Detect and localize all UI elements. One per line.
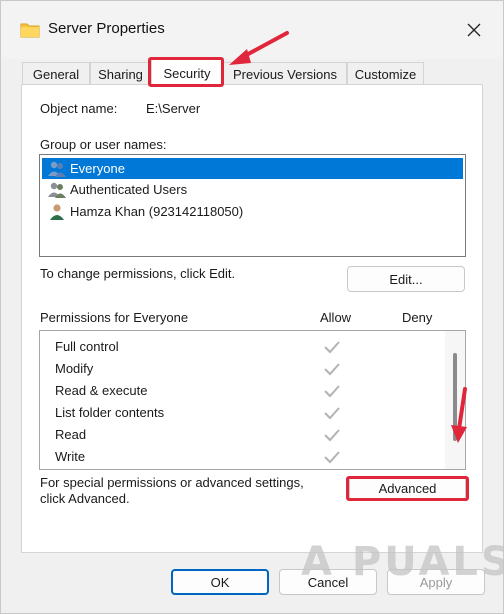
folder-icon bbox=[20, 23, 40, 38]
users-group-icon bbox=[48, 161, 66, 177]
check-icon bbox=[324, 407, 340, 420]
window-title: Server Properties bbox=[48, 20, 165, 37]
advanced-button[interactable]: Advanced bbox=[349, 478, 466, 499]
tab-previous-versions[interactable]: Previous Versions bbox=[223, 62, 347, 86]
close-button[interactable] bbox=[457, 13, 491, 47]
special-permissions-text-line1: For special permissions or advanced sett… bbox=[40, 475, 304, 490]
ok-button[interactable]: OK bbox=[171, 569, 269, 595]
user-avatar-icon bbox=[50, 203, 64, 220]
check-icon bbox=[324, 429, 340, 442]
change-permissions-text: To change permissions, click Edit. bbox=[40, 266, 236, 281]
users-group-icon bbox=[48, 182, 66, 198]
list-item-everyone[interactable]: Everyone bbox=[42, 158, 463, 179]
apply-button[interactable]: Apply bbox=[387, 569, 485, 595]
object-name-value: E:\Server bbox=[146, 101, 201, 116]
server-properties-dialog: Server Properties General Sharing Securi… bbox=[0, 0, 504, 614]
user-name: Hamza Khan (923142118050) bbox=[70, 204, 244, 219]
permission-row: Full control bbox=[55, 336, 435, 358]
title-bar: Server Properties bbox=[1, 1, 503, 59]
check-icon bbox=[324, 363, 340, 376]
deny-column-header: Deny bbox=[402, 310, 433, 325]
tab-customize[interactable]: Customize bbox=[347, 62, 424, 86]
allow-column-header: Allow bbox=[320, 310, 352, 325]
tab-security[interactable]: Security bbox=[151, 59, 223, 86]
permissions-for-label: Permissions for Everyone bbox=[40, 310, 189, 325]
edit-button[interactable]: Edit... bbox=[347, 266, 465, 292]
check-icon bbox=[324, 385, 340, 398]
permissions-list[interactable]: Full control Modify Read & execute List … bbox=[39, 330, 466, 470]
permission-row: Read & execute bbox=[55, 380, 435, 402]
permission-name: List folder contents bbox=[55, 405, 165, 420]
cancel-button[interactable]: Cancel bbox=[279, 569, 377, 595]
permission-name: Read bbox=[55, 427, 87, 442]
group-label: Group or user names: bbox=[40, 137, 167, 152]
tab-sharing[interactable]: Sharing bbox=[90, 62, 151, 86]
permission-row: Read bbox=[55, 424, 435, 446]
close-icon bbox=[467, 23, 481, 37]
permission-row: Modify bbox=[55, 358, 435, 380]
permission-name: Full control bbox=[55, 339, 119, 354]
user-list[interactable]: Everyone Authenticated Users Hamza Khan … bbox=[39, 154, 466, 257]
permission-row: Write bbox=[55, 446, 435, 468]
special-permissions-text-line2: click Advanced. bbox=[40, 491, 130, 506]
permission-name: Write bbox=[55, 449, 86, 464]
tab-general[interactable]: General bbox=[22, 62, 90, 86]
scrollbar-thumb[interactable] bbox=[453, 353, 457, 441]
permission-name: Modify bbox=[55, 361, 94, 376]
permission-name: Read & execute bbox=[55, 383, 148, 398]
list-item-hamza-khan[interactable]: Hamza Khan (923142118050) bbox=[42, 201, 463, 222]
scrollbar[interactable] bbox=[445, 331, 465, 469]
permission-row: List folder contents bbox=[55, 402, 435, 424]
object-name-label: Object name: bbox=[40, 101, 118, 116]
check-icon bbox=[324, 341, 340, 354]
user-name: Everyone bbox=[70, 161, 125, 176]
user-name: Authenticated Users bbox=[70, 182, 188, 197]
check-icon bbox=[324, 451, 340, 464]
list-item-authenticated-users[interactable]: Authenticated Users bbox=[42, 179, 463, 200]
